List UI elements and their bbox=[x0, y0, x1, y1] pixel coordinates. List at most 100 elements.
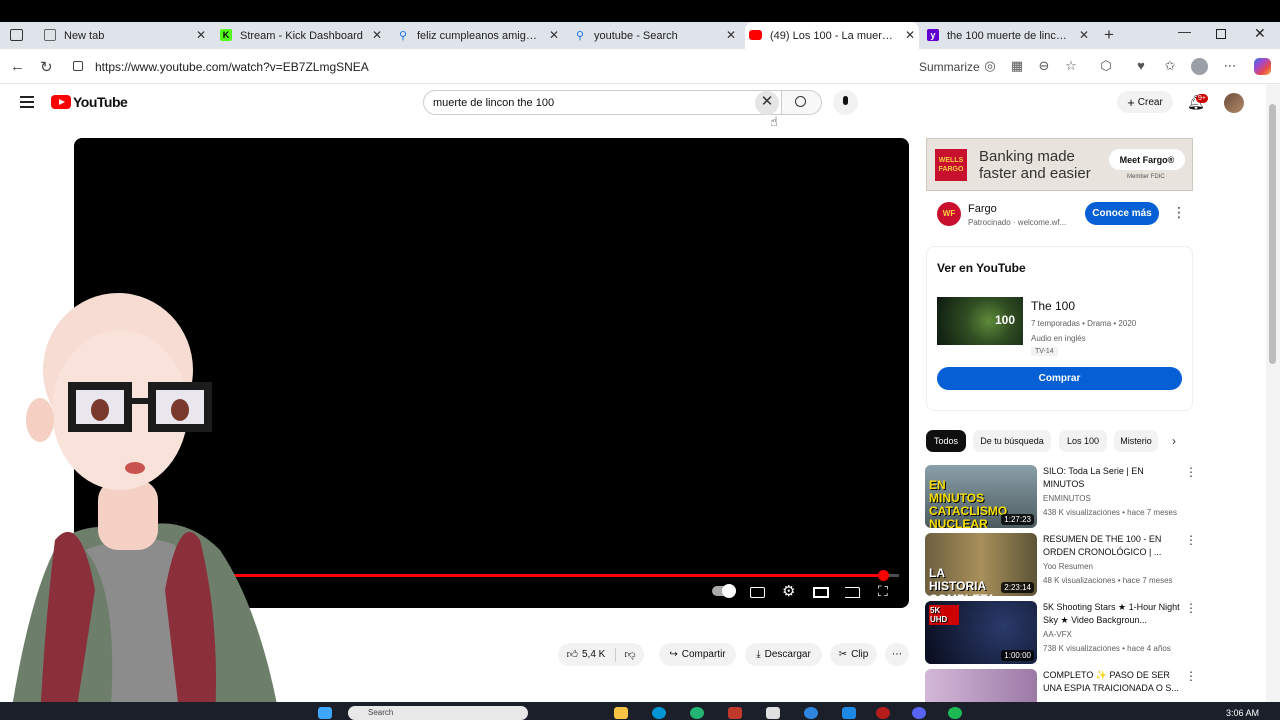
video-thumbnail[interactable]: 5K UHD 1:00:00 bbox=[925, 601, 1037, 664]
voice-search-button[interactable] bbox=[833, 90, 858, 115]
show-title[interactable]: The 100 bbox=[1031, 299, 1075, 313]
file-explorer-icon[interactable] bbox=[614, 707, 628, 719]
restore-icon[interactable] bbox=[1216, 29, 1226, 39]
account-avatar[interactable] bbox=[1224, 93, 1244, 113]
search-input[interactable] bbox=[433, 91, 753, 114]
video-title[interactable]: 5K Shooting Stars ★ 1-Hour Night Sky ★ V… bbox=[1043, 601, 1183, 627]
tab-youtube-video[interactable]: (49) Los 100 - La muerte de ✕ bbox=[745, 22, 919, 49]
settings-gear-icon[interactable]: ⚙ bbox=[782, 582, 795, 600]
channel-name[interactable]: AA-VFX bbox=[1043, 630, 1072, 639]
share-button[interactable]: ↪ Compartir bbox=[659, 643, 736, 666]
chip-de-tu-busqueda[interactable]: De tu búsqueda bbox=[973, 430, 1051, 452]
close-icon[interactable]: ✕ bbox=[726, 28, 736, 42]
edge-icon[interactable] bbox=[690, 707, 704, 719]
apps-icon[interactable]: ▦ bbox=[1009, 58, 1025, 74]
refresh-icon[interactable]: ↻ bbox=[40, 58, 53, 76]
favorite-star-icon[interactable]: ☆ bbox=[1063, 58, 1079, 74]
close-icon[interactable]: ✕ bbox=[1079, 28, 1089, 42]
app-icon[interactable] bbox=[842, 707, 856, 719]
chip-todos[interactable]: Todos bbox=[926, 430, 966, 452]
browser-essentials-icon[interactable]: ♥ bbox=[1133, 58, 1149, 74]
ad-more-options-icon[interactable]: ⋮ bbox=[1172, 204, 1186, 221]
show-thumbnail[interactable]: 100 bbox=[937, 297, 1023, 345]
list-item[interactable]: COMPLETO ✨ PASO DE SER UNA ESPIA TRAICIO… bbox=[925, 669, 1195, 702]
new-tab-plus-icon[interactable]: + bbox=[1104, 25, 1114, 45]
youtube-logo[interactable]: YouTube bbox=[51, 94, 128, 110]
hp-icon[interactable] bbox=[652, 707, 666, 719]
chevron-right-icon[interactable]: › bbox=[1172, 434, 1176, 448]
download-button[interactable]: ⤓ Descargar bbox=[745, 643, 822, 666]
list-item[interactable]: EN MINUTOS CATACLISMO NUCLEAR 1:27:23 SI… bbox=[925, 465, 1197, 529]
close-icon[interactable]: ✕ bbox=[905, 28, 915, 42]
theater-mode-icon[interactable] bbox=[813, 587, 829, 598]
subtitles-icon[interactable] bbox=[750, 587, 765, 598]
profile-icon[interactable] bbox=[1191, 58, 1208, 75]
site-info-icon[interactable] bbox=[73, 61, 83, 71]
search-button[interactable] bbox=[782, 90, 822, 115]
scrollbar-thumb[interactable] bbox=[1269, 104, 1276, 364]
copilot-icon[interactable] bbox=[1254, 58, 1271, 75]
more-options-icon[interactable]: ⋮ bbox=[1185, 669, 1195, 683]
like-button[interactable]: 👍︎ 5,4 K 👎︎ bbox=[558, 643, 644, 666]
app-icon[interactable] bbox=[766, 707, 780, 719]
progress-scrubber[interactable] bbox=[877, 570, 889, 581]
summarize-button[interactable]: Summarize bbox=[919, 60, 980, 74]
ad-banner[interactable]: WELLS FARGO Banking made faster and easi… bbox=[926, 138, 1193, 191]
tab-youtube-search[interactable]: ⚲ youtube - Search ✕ bbox=[570, 22, 740, 49]
meet-fargo-button[interactable]: Meet Fargo® bbox=[1109, 149, 1185, 170]
learn-more-button[interactable]: Conoce más bbox=[1085, 202, 1159, 225]
tab-kick-dashboard[interactable]: K Stream - Kick Dashboard ✕ bbox=[216, 22, 386, 49]
fullscreen-icon[interactable]: ⛶ bbox=[878, 583, 888, 600]
page-scrollbar[interactable] bbox=[1266, 84, 1280, 702]
tab-feliz-cumpleanos[interactable]: ⚲ feliz cumpleanos amiga - Se ✕ bbox=[393, 22, 563, 49]
channel-name[interactable]: ENMINUTOS bbox=[1043, 494, 1091, 503]
windows-start-icon[interactable] bbox=[318, 707, 332, 719]
cast-icon[interactable] bbox=[845, 587, 860, 598]
spotify-icon[interactable] bbox=[948, 707, 962, 719]
clip-button[interactable]: ✂ Clip bbox=[830, 643, 877, 666]
kick-icon: K bbox=[220, 29, 232, 41]
reader-icon[interactable]: ◎ bbox=[982, 58, 998, 74]
tab-new-tab[interactable]: New tab ✕ bbox=[40, 22, 210, 49]
close-icon[interactable]: ✕ bbox=[372, 28, 382, 42]
video-title[interactable]: SILO: Toda La Serie | EN MINUTOS bbox=[1043, 465, 1183, 491]
windows-taskbar: Search 3:06 AM bbox=[0, 702, 1280, 720]
discord-icon[interactable] bbox=[912, 707, 926, 719]
clear-search-icon[interactable]: ✕ bbox=[755, 91, 779, 115]
close-icon[interactable]: ✕ bbox=[196, 28, 206, 42]
search-tab-icon: ⚲ bbox=[575, 29, 585, 42]
video-title[interactable]: RESUMEN DE THE 100 - EN ORDEN CRONOLÓGIC… bbox=[1043, 533, 1183, 559]
chip-los-100[interactable]: Los 100 bbox=[1059, 430, 1107, 452]
close-icon[interactable]: ✕ bbox=[549, 28, 559, 42]
chip-misterio[interactable]: Misterio bbox=[1114, 430, 1158, 452]
more-options-icon[interactable]: ⋯ bbox=[1222, 58, 1238, 74]
menu-icon[interactable] bbox=[20, 96, 34, 108]
window-close-icon[interactable]: ✕ bbox=[1254, 25, 1266, 42]
app-icon[interactable] bbox=[728, 707, 742, 719]
video-thumbnail[interactable] bbox=[925, 669, 1037, 702]
more-options-icon[interactable]: ⋮ bbox=[1185, 533, 1197, 547]
video-thumbnail[interactable]: LA HISTORIA COMPLETA 2:23:14 bbox=[925, 533, 1037, 596]
more-options-icon[interactable]: ⋮ bbox=[1185, 601, 1197, 615]
video-thumbnail[interactable]: EN MINUTOS CATACLISMO NUCLEAR 1:27:23 bbox=[925, 465, 1037, 528]
more-options-icon[interactable]: ⋮ bbox=[1185, 465, 1197, 479]
thumbs-down-icon[interactable]: 👎︎ bbox=[624, 648, 635, 661]
minimize-icon[interactable]: — bbox=[1178, 24, 1191, 39]
tab-actions-icon[interactable] bbox=[10, 29, 23, 41]
extensions-icon[interactable]: ⬡ bbox=[1098, 58, 1114, 74]
channel-name[interactable]: Yoo Resumen bbox=[1043, 562, 1093, 571]
app-icon[interactable] bbox=[876, 707, 890, 719]
url-field[interactable]: https://www.youtube.com/watch?v=EB7ZLmgS… bbox=[95, 60, 369, 74]
list-item[interactable]: 5K UHD 1:00:00 5K Shooting Stars ★ 1-Hou… bbox=[925, 601, 1197, 665]
video-title[interactable]: COMPLETO ✨ PASO DE SER UNA ESPIA TRAICIO… bbox=[1043, 669, 1183, 695]
tab-yahoo-search[interactable]: y the 100 muerte de lincol - Y ✕ bbox=[923, 22, 1093, 49]
back-icon[interactable]: ← bbox=[10, 58, 25, 75]
create-button[interactable]: + Crear bbox=[1117, 91, 1173, 113]
zoom-icon[interactable]: ⊖ bbox=[1036, 58, 1052, 74]
taskbar-search[interactable]: Search bbox=[348, 706, 528, 720]
buy-button[interactable]: Comprar bbox=[937, 367, 1182, 390]
app-icon[interactable] bbox=[804, 707, 818, 719]
list-item[interactable]: LA HISTORIA COMPLETA 2:23:14 RESUMEN DE … bbox=[925, 533, 1197, 597]
favorites-icon[interactable]: ✩ bbox=[1162, 58, 1178, 74]
more-actions-button[interactable]: ⋯ bbox=[885, 643, 909, 666]
